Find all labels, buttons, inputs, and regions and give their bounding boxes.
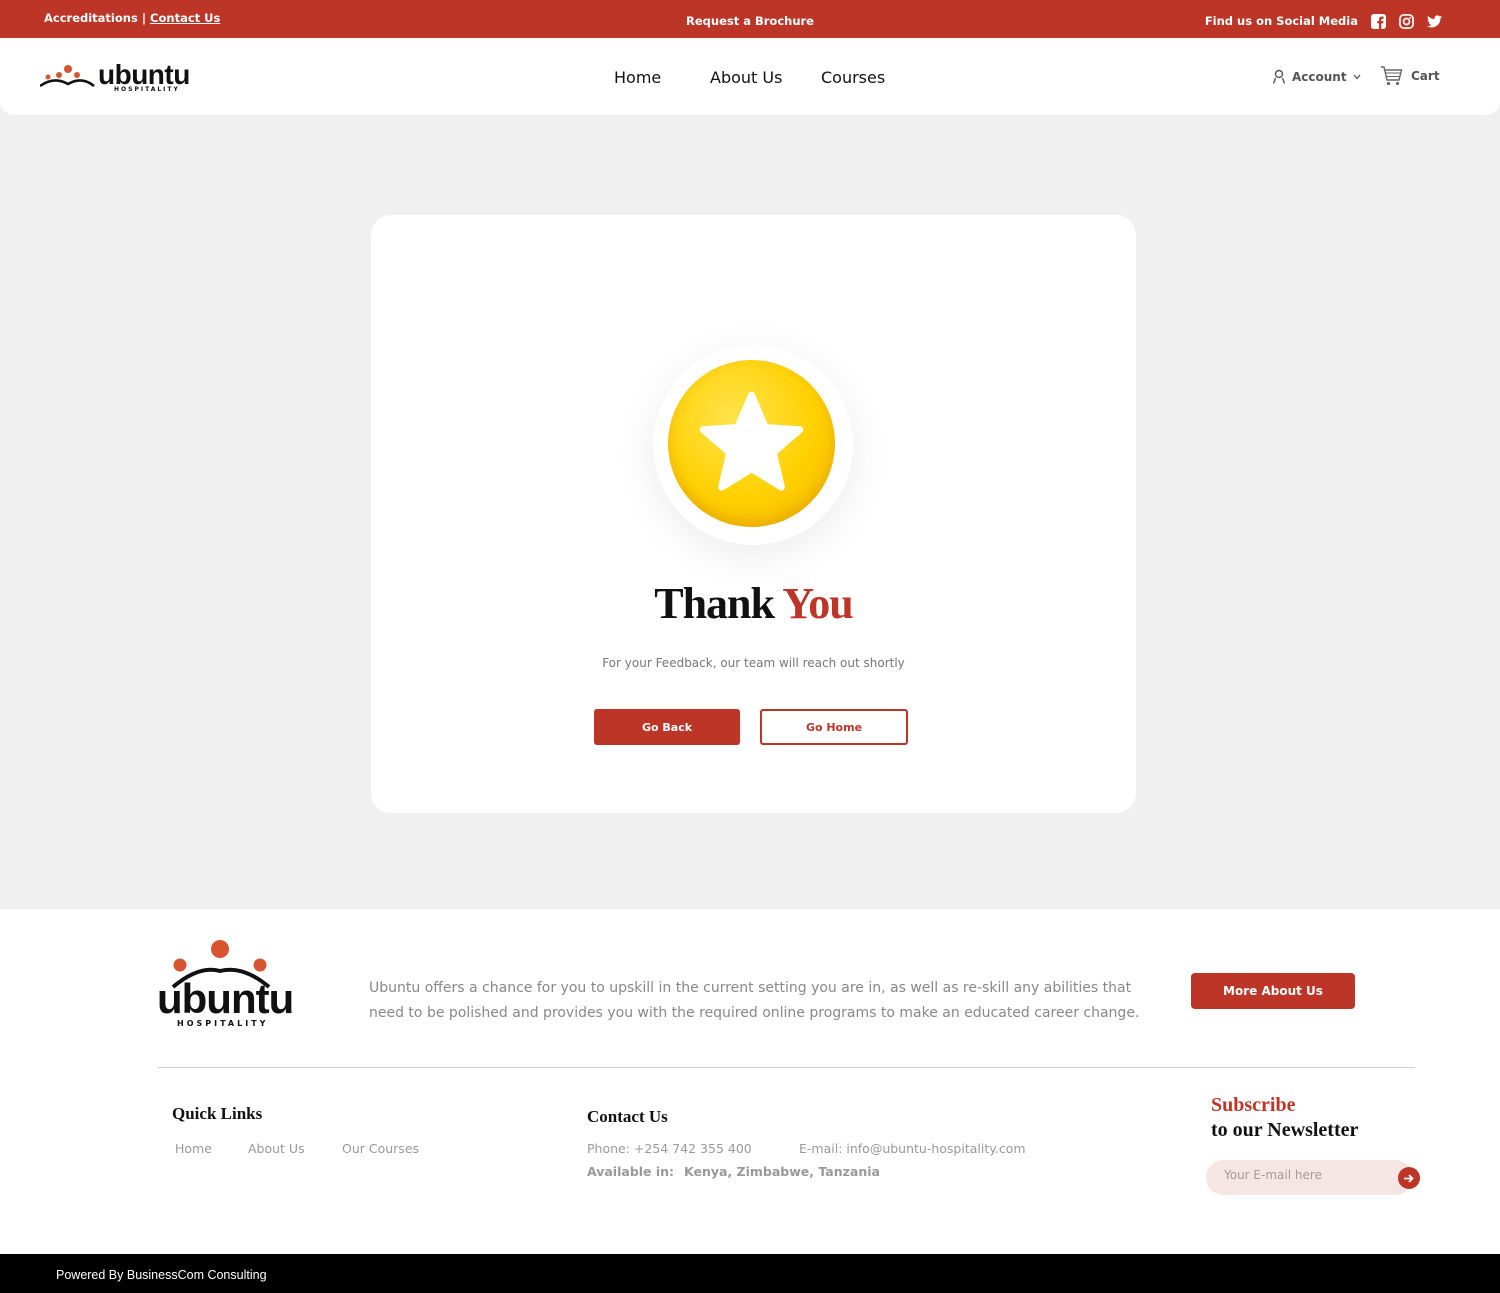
bottom-bar: Powered By BusinessCom Consulting <box>0 1254 1500 1293</box>
account-label: Account <box>1292 69 1347 84</box>
main-header: ubuntu HOSPITALITY Home About Us Courses… <box>0 38 1500 115</box>
subscribe-title: Subscribe <box>1211 1094 1296 1116</box>
footer-email[interactable]: E-mail: info@ubuntu-hospitality.com <box>799 1141 1026 1156</box>
footer-description: Ubuntu offers a chance for you to upskil… <box>369 980 1140 1021</box>
footer-phone: Phone: +254 742 355 400 <box>587 1141 752 1156</box>
nav-about-us[interactable]: About Us <box>710 68 782 87</box>
user-icon <box>1272 69 1286 84</box>
powered-by-text: Powered By BusinessCom Consulting <box>56 1268 267 1282</box>
logo[interactable]: ubuntu HOSPITALITY <box>40 58 200 98</box>
social-label: Find us on Social Media <box>1204 14 1358 28</box>
cart-label: Cart <box>1411 69 1440 83</box>
thank-you-subtitle: For your Feedback, our team will reach o… <box>602 656 905 670</box>
go-back-button[interactable]: Go Back <box>594 709 740 745</box>
footer: ubuntu HOSPITALITY Ubuntu offers a chanc… <box>0 909 1500 1254</box>
quick-links-title: Quick Links <box>172 1104 263 1123</box>
cart-icon <box>1381 66 1403 86</box>
top-bar: Accreditations | Contact Us Request a Br… <box>0 0 1500 38</box>
star-coin-icon <box>668 360 835 527</box>
facebook-icon[interactable] <box>1370 13 1386 29</box>
more-about-us-button[interactable]: More About Us <box>1191 973 1355 1009</box>
available-label: Available in: <box>587 1164 675 1179</box>
account-menu[interactable]: Account <box>1272 69 1361 84</box>
arrow-right-icon <box>1404 1173 1414 1183</box>
thank-you-card: Thank You For your Feedback, our team wi… <box>371 215 1136 813</box>
nav-courses[interactable]: Courses <box>821 68 885 87</box>
twitter-icon[interactable] <box>1426 13 1442 29</box>
title-part-1: Thank <box>654 579 775 628</box>
footer-link-our-courses[interactable]: Our Courses <box>342 1141 419 1156</box>
cart-link[interactable]: Cart <box>1380 66 1440 86</box>
logo-mark-icon <box>40 65 95 88</box>
social-area: Find us on Social Media <box>1205 13 1442 29</box>
nav-home[interactable]: Home <box>614 68 661 87</box>
logo-subtitle: HOSPITALITY <box>114 86 180 93</box>
footer-logo[interactable]: ubuntu HOSPITALITY <box>157 939 294 1029</box>
contact-us-title: Contact Us <box>587 1107 668 1126</box>
footer-divider <box>158 1067 1415 1068</box>
subscribe-arrow-button[interactable] <box>1398 1167 1420 1189</box>
instagram-icon[interactable] <box>1398 13 1414 29</box>
footer-logo-subtitle: HOSPITALITY <box>177 1019 269 1028</box>
newsletter-title: to our Newsletter <box>1211 1119 1359 1141</box>
footer-link-about-us[interactable]: About Us <box>248 1141 305 1156</box>
chevron-down-icon <box>1353 74 1361 79</box>
available-countries: Kenya, Zimbabwe, Tanzania <box>684 1164 880 1179</box>
title-part-2: You <box>782 579 853 628</box>
newsletter-email-input[interactable] <box>1224 1168 1394 1182</box>
thank-you-title: Thank You <box>371 578 1136 629</box>
footer-link-home[interactable]: Home <box>175 1141 212 1156</box>
go-home-button[interactable]: Go Home <box>760 709 908 745</box>
footer-logo-word: ubuntu <box>157 975 294 1022</box>
newsletter-email-field[interactable] <box>1206 1160 1413 1195</box>
